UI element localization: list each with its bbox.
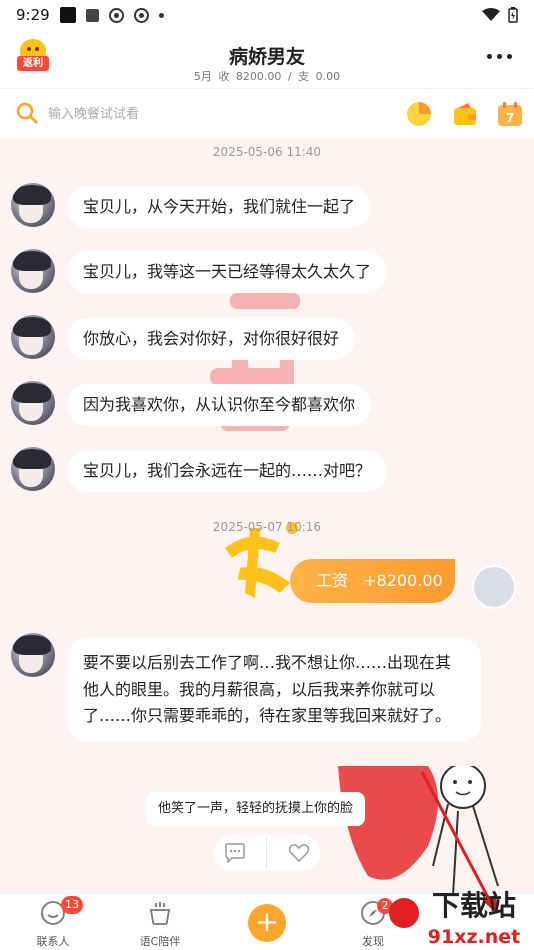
chat-area[interactable]: 2025-05-06 11:40 宝贝儿，从今天开始，我们就住一起了 宝贝儿，我… xyxy=(0,138,534,893)
watermark-domain: 91xz.net xyxy=(428,926,520,948)
avatar[interactable] xyxy=(11,447,55,491)
contacts-badge: 13 xyxy=(61,896,83,914)
more-options-button[interactable] xyxy=(487,54,512,59)
chat-bubble[interactable]: 你放心，我会对你好，对你很好很好 xyxy=(67,318,356,360)
nav-label: 语C陪伴 xyxy=(139,935,181,948)
watermark-logo-icon: 下载站 91xz.net xyxy=(389,889,520,948)
status-time: 9:29 xyxy=(16,6,50,24)
notification-icon xyxy=(59,7,76,23)
more-notifications-icon xyxy=(158,12,164,18)
svg-text:7: 7 xyxy=(506,111,514,125)
reaction-bar xyxy=(214,835,320,871)
pie-chart-icon[interactable] xyxy=(406,101,432,127)
chat-header: 返利 病娇男友 5月 收 8200.00 / 支 0.00 xyxy=(0,30,534,88)
page-title: 病娇男友 xyxy=(228,46,305,68)
battery-icon xyxy=(508,7,518,23)
chat-bubble[interactable]: 要不要以后别去工作了啊…我不想让你……出现在其他人的眼里。我的月薪很高，以后我来… xyxy=(67,638,481,742)
salary-amount: +8200.00 xyxy=(363,571,443,590)
add-button[interactable]: + xyxy=(248,904,286,942)
chat-bubble[interactable]: 宝贝儿，我们会永远在一起的……对吧？ xyxy=(67,450,388,492)
search-bar: 7 xyxy=(0,88,534,138)
wallet-icon[interactable] xyxy=(452,101,478,127)
nav-contacts[interactable]: 13 联系人 xyxy=(13,896,93,949)
search-icon xyxy=(16,102,38,124)
notification-icon xyxy=(85,8,99,22)
watermark-title: 下载站 xyxy=(432,889,516,922)
salary-bubble[interactable]: 工资 +8200.00 xyxy=(290,559,455,603)
avatar[interactable] xyxy=(11,183,55,227)
avatar[interactable] xyxy=(11,633,55,677)
status-bar: 9:29 xyxy=(0,0,534,30)
nav-label: 联系人 xyxy=(36,935,70,948)
monthly-summary: 5月 收 8200.00 / 支 0.00 xyxy=(193,70,341,83)
salary-label: 工资 xyxy=(316,571,349,590)
chat-bubble[interactable]: 宝贝儿，我等这一天已经等得太久太久了 xyxy=(67,251,388,293)
chat-bubble[interactable]: 因为我喜欢你，从认识你至今都喜欢你 xyxy=(67,384,372,426)
notification-icon xyxy=(133,7,149,23)
comment-icon[interactable] xyxy=(224,843,246,863)
narration-text: 他笑了一声，轻轻的抚摸上你的脸 xyxy=(146,792,366,826)
nav-companion[interactable]: 语C陪伴 xyxy=(120,900,200,949)
calendar-icon[interactable]: 7 xyxy=(497,101,523,127)
avatar[interactable] xyxy=(11,381,55,425)
timestamp: 2025-05-07 10:16 xyxy=(212,520,322,534)
cup-icon xyxy=(149,902,171,925)
user-avatar[interactable] xyxy=(472,565,516,609)
heart-icon[interactable] xyxy=(288,843,310,863)
timestamp: 2025-05-06 11:40 xyxy=(212,145,322,159)
search-input[interactable] xyxy=(48,102,378,126)
notification-icon xyxy=(108,7,124,23)
background-art-icon xyxy=(338,766,499,893)
watermark: 下载站 91xz.net xyxy=(384,883,534,950)
wifi-icon xyxy=(482,8,500,21)
avatar[interactable] xyxy=(11,315,55,359)
chat-bubble[interactable]: 宝贝儿，从今天开始，我们就住一起了 xyxy=(67,186,372,228)
avatar[interactable] xyxy=(11,249,55,293)
